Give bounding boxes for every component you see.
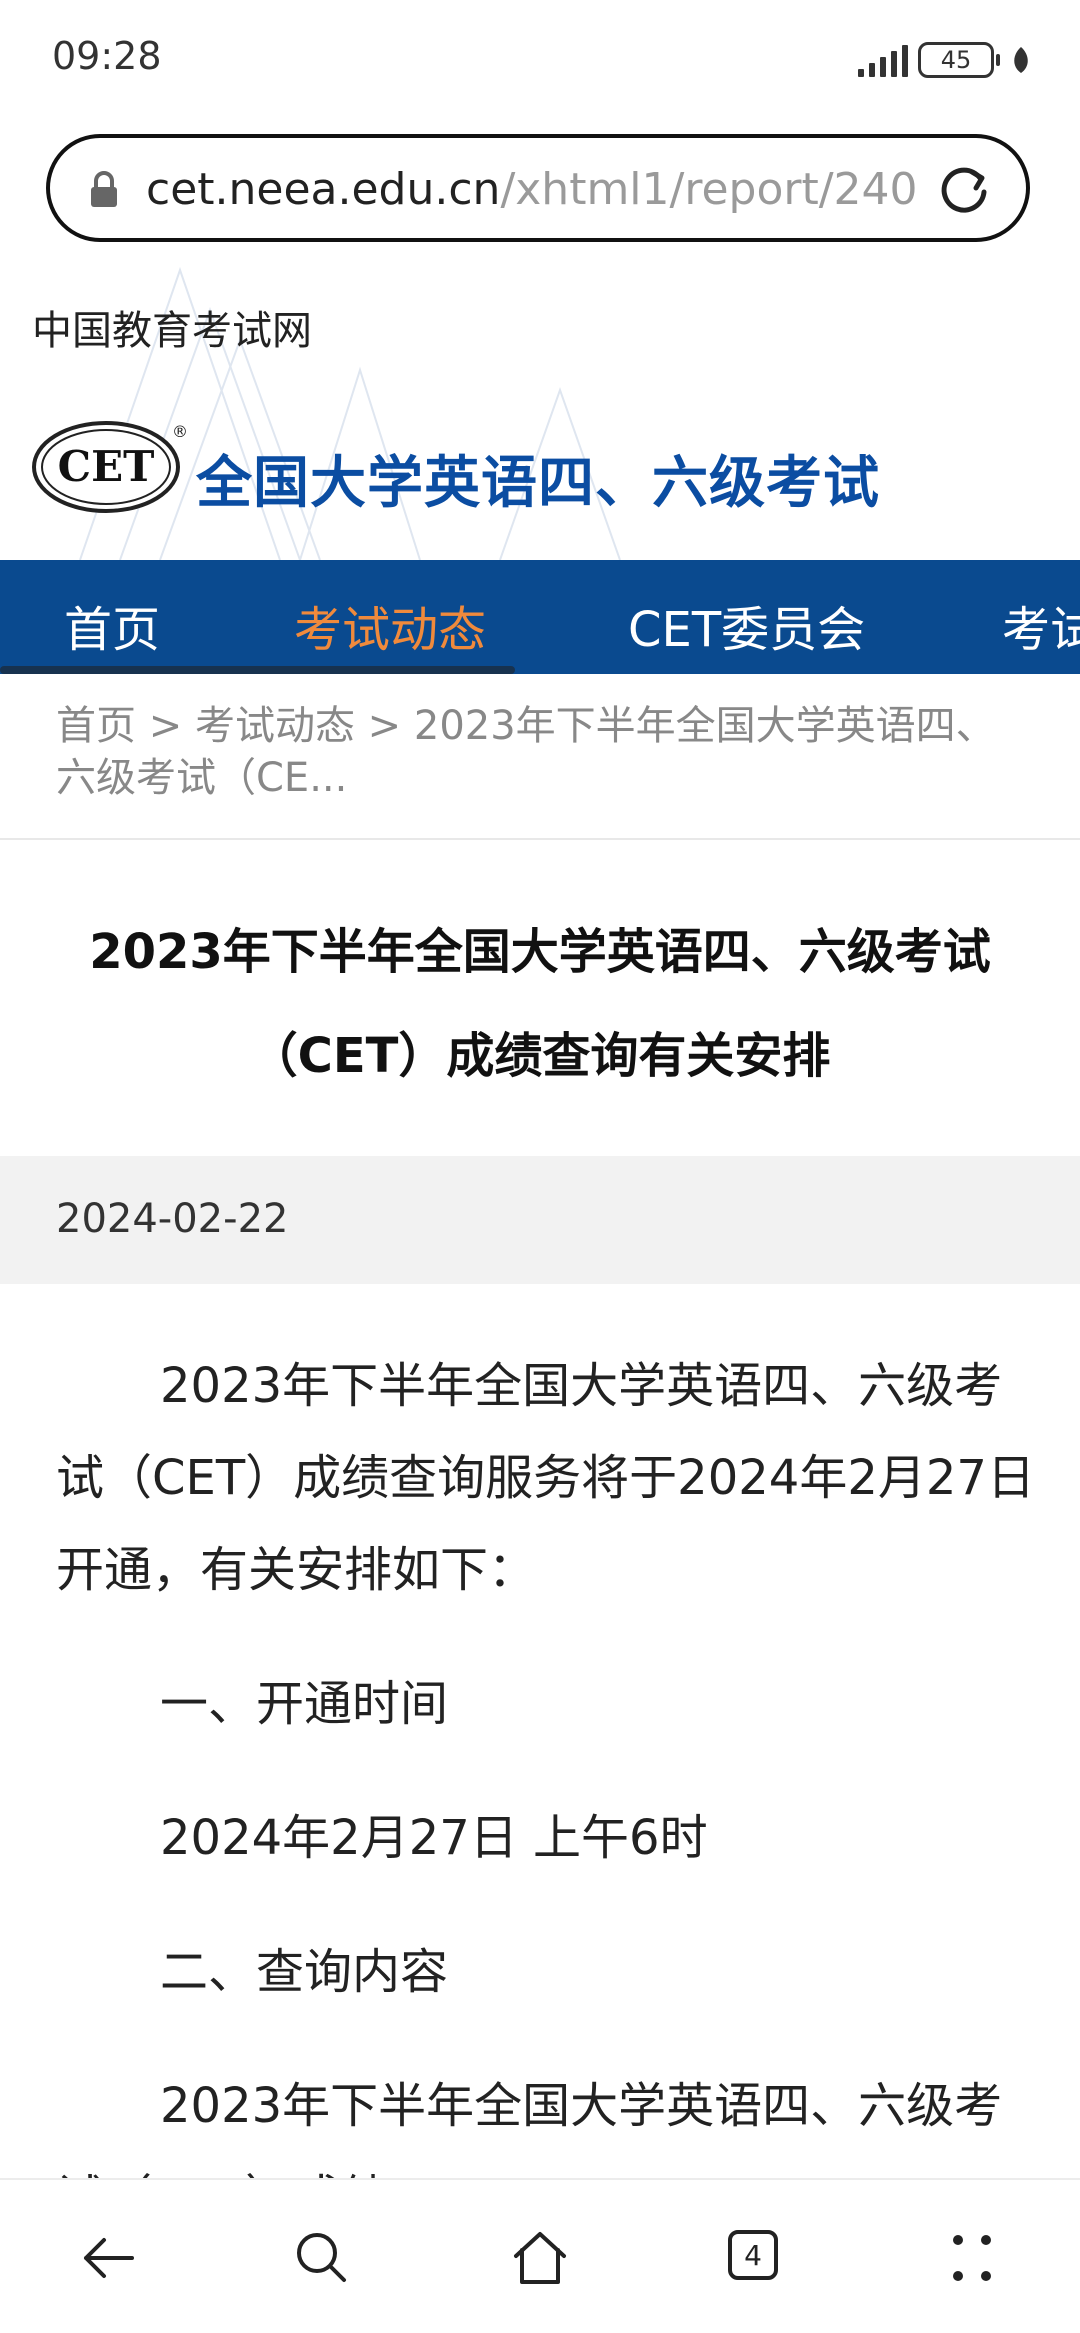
cet-logo[interactable]: CET ®	[30, 415, 192, 515]
breadcrumb[interactable]: 首页 > 考试动态 > 2023年下半年全国大学英语四、六级考试（CE...	[56, 700, 996, 804]
status-bar: 09:28 45	[0, 0, 1080, 120]
article-title: 2023年下半年全国大学英语四、六级考试（CET）成绩查询有关安排	[89, 924, 991, 1084]
article-paragraph: 一、开通时间	[160, 1676, 449, 1732]
battery-icon	[996, 54, 1000, 66]
status-icons: 45	[858, 42, 1032, 78]
url-host: cet.neea.edu.cn	[146, 164, 501, 215]
status-time: 09:28	[52, 34, 162, 78]
article-paragraph: 2024年2月27日 上午6时	[160, 1810, 708, 1866]
logo-text: CET	[58, 442, 155, 491]
site-name: 中国教育考试网	[32, 308, 312, 354]
url-path: /xhtml1/report/240	[500, 164, 918, 215]
tabs-button[interactable]: 4	[724, 2226, 788, 2290]
back-icon[interactable]	[76, 2226, 140, 2290]
nav-item-home[interactable]: 首页	[64, 590, 160, 660]
article-paragraph: 二、查询内容	[160, 1944, 449, 2000]
home-icon[interactable]	[508, 2226, 572, 2290]
svg-text:®: ®	[172, 422, 188, 441]
lock-icon	[91, 171, 117, 207]
main-nav: 首页 考试动态 CET委员会 考试	[0, 560, 1080, 674]
leaf-icon	[1014, 47, 1028, 73]
address-bar[interactable]: cet.neea.edu.cn/xhtml1/report/240	[46, 134, 1030, 242]
search-icon[interactable]	[290, 2226, 354, 2290]
publish-date: 2024-02-22	[56, 1196, 289, 1242]
url-text[interactable]: cet.neea.edu.cn/xhtml1/report/240	[146, 164, 956, 215]
date-bar: 2024-02-22	[0, 1156, 1080, 1284]
reload-icon[interactable]	[936, 162, 992, 218]
divider	[0, 838, 1080, 840]
signal-icon	[858, 43, 908, 77]
tabs-icon: 4	[728, 2230, 778, 2280]
nav-item-exam[interactable]: 考试	[1002, 590, 1080, 660]
nav-scroll-indicator	[0, 666, 515, 674]
nav-item-cet-committee[interactable]: CET委员会	[628, 590, 865, 660]
article-content: 2023年下半年全国大学英语四、六级考试（CET）成绩查询服务将于2024年2月…	[56, 1340, 1036, 2244]
article-paragraph: 2023年下半年全国大学英语四、六级考试（CET）成绩查询服务将于2024年2月…	[56, 1358, 1035, 1598]
battery-indicator: 45	[918, 42, 994, 78]
site-header: 中国教育考试网 CET ® 全国大学英语四、六级考试	[0, 250, 1080, 560]
site-title: 全国大学英语四、六级考试	[196, 451, 880, 516]
nav-item-exam-news[interactable]: 考试动态	[294, 590, 486, 660]
menu-icon[interactable]	[940, 2226, 1004, 2290]
browser-bottom-bar: 4	[0, 2178, 1080, 2333]
